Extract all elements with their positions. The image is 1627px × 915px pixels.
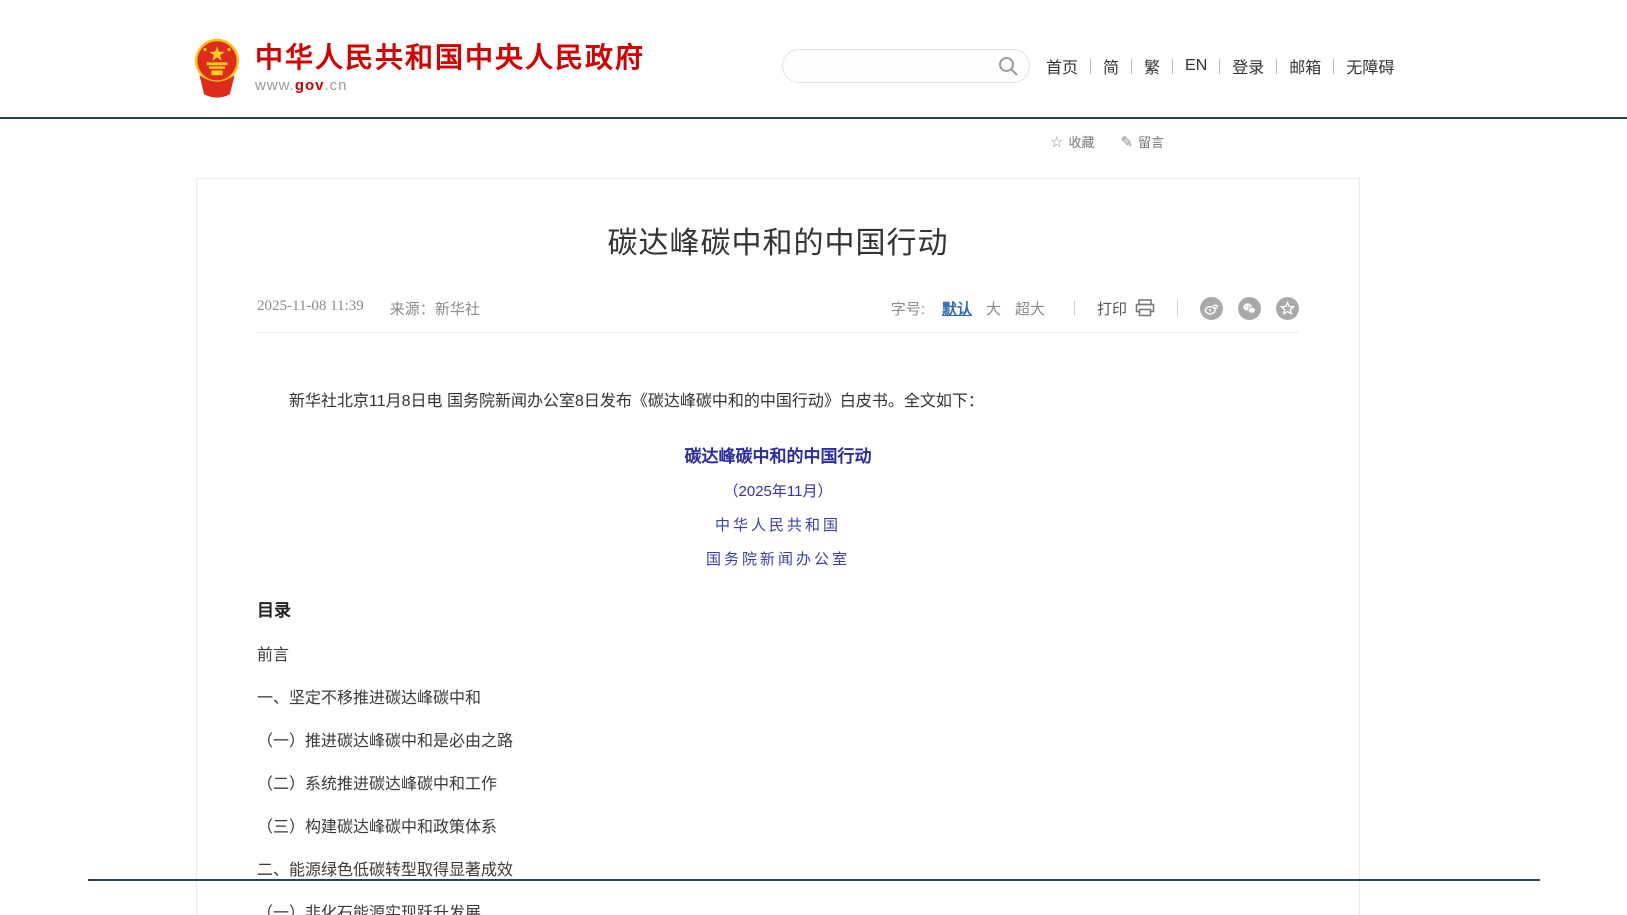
toc-item-section1-3: （三）构建碳达峰碳中和政策体系 — [257, 820, 1299, 836]
site-url-prefix: www. — [255, 77, 295, 94]
nav-accessibility[interactable]: 无障碍 — [1346, 54, 1394, 78]
message-button[interactable]: ✎ 留言 — [1120, 132, 1164, 151]
site-logo-block[interactable]: 中华人民共和国中央人民政府 www.gov.cn — [193, 38, 645, 98]
article-meta-right: 字号: 默认 大 超大 打印 — [891, 297, 1299, 320]
article-meta-left: 2025-11-08 11:39 来源：新华社 — [257, 298, 480, 319]
toc-item-section2: 二、能源绿色低碳转型取得显著成效 — [257, 863, 1299, 879]
article-source: 来源：新华社 — [390, 298, 480, 319]
share-qzone-star-icon[interactable] — [1276, 297, 1299, 320]
article-title: 碳达峰碳中和的中国行动 — [257, 226, 1299, 262]
pencil-icon: ✎ — [1120, 133, 1133, 151]
header-divider-line — [0, 117, 1627, 119]
document-date: （2025年11月） — [257, 480, 1299, 501]
search-box — [782, 49, 1030, 83]
nav-separator — [1090, 59, 1091, 74]
nav-separator — [1333, 59, 1334, 74]
print-label: 打印 — [1097, 298, 1127, 319]
source-value: 新华社 — [435, 302, 480, 318]
toc-item-preface: 前言 — [257, 648, 1299, 664]
nav-separator — [1172, 59, 1173, 74]
font-size-large-button[interactable]: 大 — [986, 298, 1001, 319]
article-meta-row: 2025-11-08 11:39 来源：新华社 字号: 默认 大 超大 打印 — [257, 297, 1299, 319]
meta-separator — [1177, 300, 1178, 316]
site-url: www.gov.cn — [255, 77, 645, 94]
nav-login[interactable]: 登录 — [1232, 54, 1264, 78]
share-icons — [1200, 297, 1299, 320]
document-org-line2: 国务院新闻办公室 — [257, 548, 1299, 569]
article-intro-paragraph: 新华社北京11月8日电 国务院新闻办公室8日发布《碳达峰碳中和的中国行动》白皮书… — [257, 389, 1299, 415]
article-datetime: 2025-11-08 11:39 — [257, 298, 364, 319]
nav-english[interactable]: EN — [1185, 57, 1207, 75]
share-weibo-icon[interactable] — [1200, 297, 1223, 320]
article-card: 碳达峰碳中和的中国行动 2025-11-08 11:39 来源：新华社 字号: … — [196, 178, 1360, 915]
toc-item-section1-1: （一）推进碳达峰碳中和是必由之路 — [257, 734, 1299, 750]
message-label: 留言 — [1138, 132, 1164, 151]
printer-icon — [1135, 299, 1155, 317]
nav-separator — [1131, 59, 1132, 74]
favorite-button[interactable]: ☆ 收藏 — [1050, 132, 1094, 151]
nav-mail[interactable]: 邮箱 — [1289, 54, 1321, 78]
share-wechat-icon[interactable] — [1238, 297, 1261, 320]
nav-traditional-chinese[interactable]: 繁 — [1144, 54, 1160, 78]
quick-action-bar: ☆ 收藏 ✎ 留言 — [1050, 132, 1164, 151]
font-size-extra-large-button[interactable]: 超大 — [1015, 298, 1045, 319]
favorite-label: 收藏 — [1068, 132, 1094, 151]
top-nav: 首页 简 繁 EN 登录 邮箱 无障碍 — [1046, 54, 1394, 78]
meta-separator — [1074, 300, 1075, 316]
nav-separator — [1276, 59, 1277, 74]
document-org-line1: 中华人民共和国 — [257, 514, 1299, 535]
font-size-default-button[interactable]: 默认 — [942, 298, 972, 319]
nav-simplified-chinese[interactable]: 简 — [1103, 54, 1119, 78]
toc-item-section1-2: （二）系统推进碳达峰碳中和工作 — [257, 777, 1299, 793]
site-url-domain: gov — [295, 77, 325, 94]
nav-home[interactable]: 首页 — [1046, 54, 1078, 78]
national-emblem-logo — [193, 38, 241, 98]
meta-divider — [257, 332, 1299, 333]
star-icon: ☆ — [1050, 133, 1063, 151]
document-title: 碳达峰碳中和的中国行动 — [257, 442, 1299, 467]
site-url-suffix: .cn — [325, 77, 348, 94]
toc-item-section2-1: （一）非化石能源实现跃升发展 — [257, 906, 1299, 915]
search-icon[interactable] — [997, 55, 1019, 77]
toc-heading: 目录 — [257, 596, 1299, 621]
source-label: 来源： — [390, 302, 435, 318]
font-size-label: 字号: — [891, 298, 925, 319]
footer-top-border — [88, 879, 1540, 881]
site-title: 中华人民共和国中央人民政府 — [255, 43, 645, 73]
print-button[interactable]: 打印 — [1097, 298, 1155, 319]
nav-separator — [1219, 59, 1220, 74]
search-input[interactable] — [783, 50, 997, 82]
toc-item-section1: 一、坚定不移推进碳达峰碳中和 — [257, 691, 1299, 707]
site-header: 中华人民共和国中央人民政府 www.gov.cn 首页 简 繁 EN 登录 邮箱… — [0, 0, 1627, 118]
